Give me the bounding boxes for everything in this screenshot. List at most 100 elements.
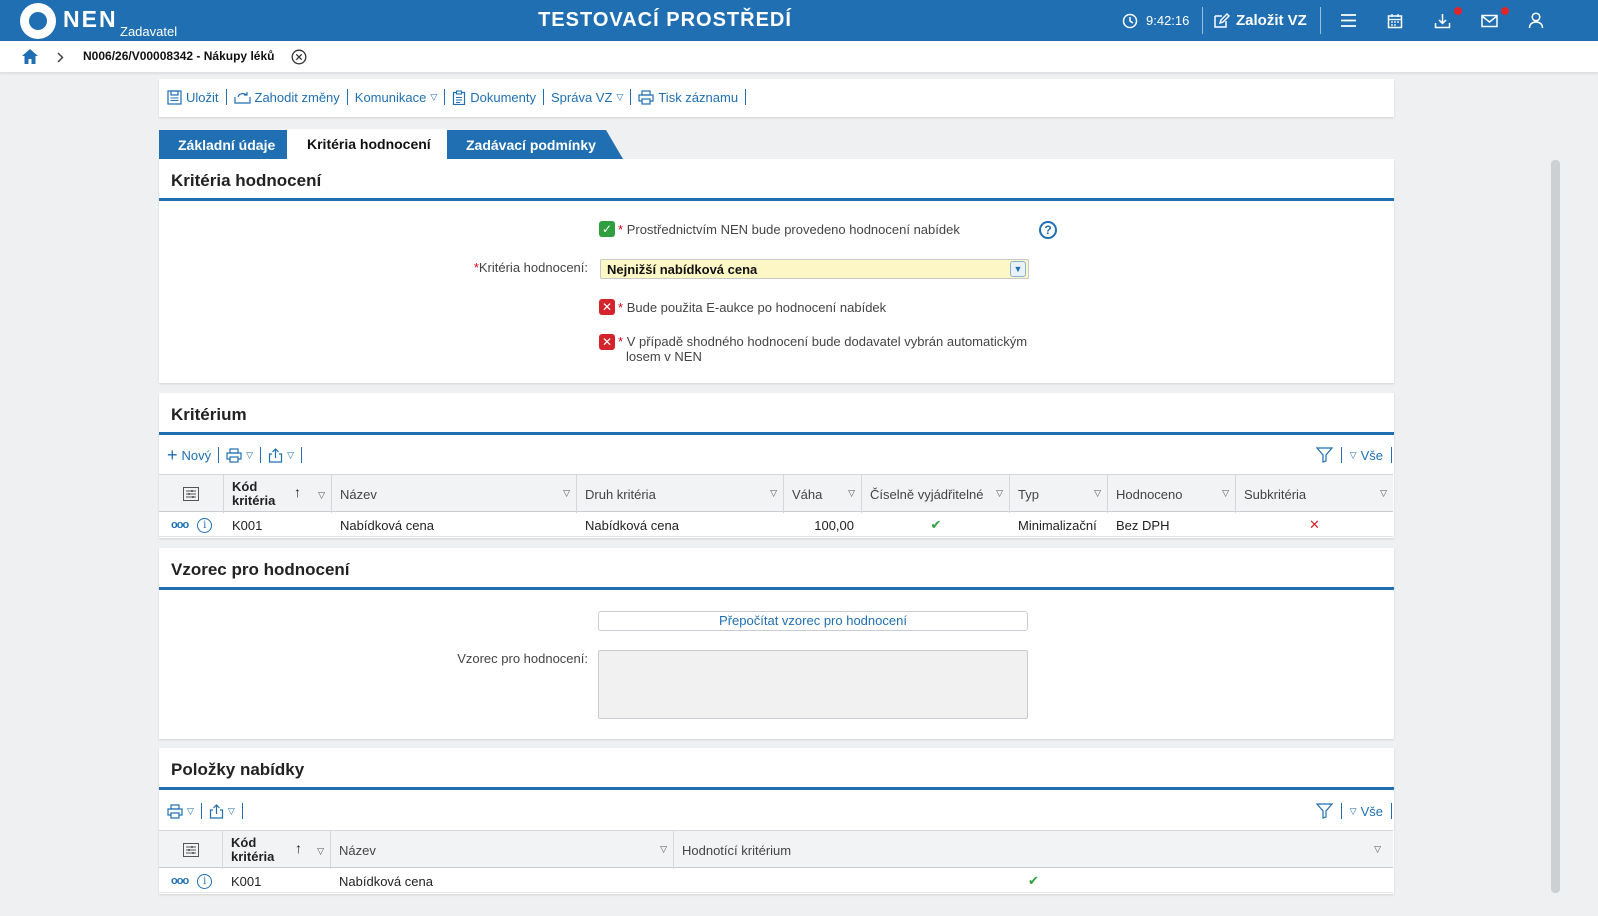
divider (260, 447, 262, 463)
filter-all-dropdown[interactable]: ▽ Vše (1350, 804, 1383, 819)
column-settings[interactable] (159, 475, 224, 513)
export-icon (209, 803, 224, 819)
dropdown-triangle-icon: ▽ (430, 91, 438, 102)
recalculate-formula-button[interactable]: Přepočítat vzorec pro hodnocení (598, 611, 1028, 631)
column-header-evaluated[interactable]: Hodnoceno ▽ (1108, 475, 1236, 513)
messages-button[interactable] (1481, 0, 1498, 41)
divider (1202, 7, 1203, 34)
filter-icon[interactable] (1315, 447, 1333, 463)
new-criterion-button[interactable]: + Nový (167, 446, 211, 464)
discard-label: Zahodit změny (254, 89, 340, 105)
column-settings[interactable] (159, 831, 223, 869)
tab-label: Zadávací podmínky (466, 136, 596, 153)
filter-triangle-icon[interactable]: ▽ (1094, 488, 1101, 499)
filter-triangle-icon[interactable]: ▽ (1380, 488, 1387, 499)
grid-header: Kód kritéria ↑ ▽ Název ▽ Druh kritéria ▽ Vá… (159, 474, 1393, 513)
sort-up-arrow-icon[interactable]: ↑ (295, 841, 302, 855)
dropdown-triangle-icon: ▽ (287, 449, 294, 460)
checkbox-label: * Prostřednictvím NEN bude provedeno hod… (618, 222, 960, 237)
evaluation-criteria-select[interactable]: Nejnižší nabídková cena ▼ (600, 259, 1029, 279)
print-grid-dropdown[interactable]: ▽ (167, 803, 194, 819)
communication-dropdown[interactable]: Komunikace ▽ (355, 90, 437, 105)
evaluate-in-nen-checkbox[interactable]: ✓ (599, 221, 615, 237)
filter-triangle-icon[interactable]: ▽ (1374, 844, 1381, 855)
export-dropdown[interactable]: ▽ (209, 803, 235, 819)
column-header-type[interactable]: Typ ▽ (1010, 475, 1108, 513)
info-icon[interactable]: i (197, 517, 213, 533)
printer-icon (226, 447, 242, 463)
column-header-subcriteria[interactable]: Subkritéria ▽ (1236, 475, 1393, 513)
formula-textarea[interactable] (598, 650, 1028, 719)
download-tray-icon (1434, 13, 1451, 28)
filter-triangle-icon[interactable]: ▽ (318, 488, 325, 502)
header-label: Kód kritéria (231, 836, 274, 864)
filter-triangle-icon[interactable]: ▽ (1222, 488, 1229, 499)
column-header-code[interactable]: Kód kritéria ↑ ▽ (223, 831, 331, 869)
filter-triangle-icon[interactable]: ▽ (317, 844, 324, 858)
downloads-button[interactable] (1434, 0, 1451, 41)
calendar-button[interactable] (1387, 0, 1403, 41)
checkbox-text-continued: losem v NEN (626, 349, 702, 364)
checkbox-text: Prostřednictvím NEN bude provedeno hodno… (626, 222, 960, 237)
sort-up-arrow-icon[interactable]: ↑ (294, 485, 301, 499)
filter-triangle-icon[interactable]: ▽ (770, 488, 777, 499)
discard-icon (233, 92, 251, 104)
tab-basic-data[interactable]: Základní údaje (159, 130, 287, 159)
print-grid-dropdown[interactable]: ▽ (226, 447, 253, 463)
page-scrollbar[interactable] (1551, 160, 1560, 893)
calendar-icon (1387, 13, 1403, 28)
filter-all-label: Vše (1360, 803, 1383, 819)
chevron-down-icon[interactable]: ▼ (1010, 261, 1026, 277)
manage-vz-dropdown[interactable]: Správa VZ ▽ (551, 90, 623, 105)
chevron-right-icon (57, 52, 64, 63)
export-dropdown[interactable]: ▽ (268, 447, 294, 463)
more-options-icon[interactable]: ooo (171, 875, 189, 887)
print-record-button[interactable]: Tisk záznamu (638, 90, 738, 105)
criterion-panel: Kritérium + Nový ▽ ▽ ▽ Vše Kód kritéria … (159, 393, 1394, 538)
filter-triangle-icon[interactable]: ▽ (848, 488, 855, 499)
breadcrumb-current[interactable]: N006/26/V00008342 - Nákupy léků (83, 49, 274, 63)
column-header-criterion[interactable]: Hodnotící kritérium ▽ (674, 831, 1393, 869)
column-header-code[interactable]: Kód kritéria ↑ ▽ (224, 475, 332, 513)
breadcrumb: N006/26/V00008342 - Nákupy léků (0, 41, 1598, 73)
checkbox-label: * V případě shodného hodnocení bude doda… (618, 334, 1028, 364)
table-row[interactable]: ooo i K001 Nabídková cena Nabídková cena… (159, 513, 1393, 537)
divider (1391, 803, 1392, 819)
menu-button[interactable] (1340, 0, 1357, 41)
e-auction-checkbox[interactable]: ✕ (599, 299, 615, 315)
tab-slant (605, 130, 623, 159)
column-header-name[interactable]: Název ▽ (332, 475, 577, 513)
row-actions: ooo i (163, 513, 223, 537)
column-header-numeric[interactable]: Číselně vyjádřitelné ▽ (862, 475, 1010, 513)
home-icon[interactable] (21, 48, 39, 65)
column-header-weight[interactable]: Váha ▽ (784, 475, 862, 513)
save-button[interactable]: Uložit (167, 90, 219, 105)
help-icon[interactable]: ? (1039, 221, 1057, 239)
notification-dot (1501, 7, 1509, 15)
close-circle-icon[interactable] (291, 49, 307, 65)
filter-icon[interactable] (1315, 803, 1333, 819)
column-header-name[interactable]: Název ▽ (331, 831, 674, 869)
filter-triangle-icon[interactable]: ▽ (996, 488, 1003, 499)
documents-button[interactable]: Dokumenty (452, 90, 536, 105)
create-vz-label: Založit VZ (1236, 12, 1307, 29)
cell-type: Minimalizační (1018, 517, 1097, 533)
info-icon[interactable]: i (197, 873, 213, 889)
filter-triangle-icon[interactable]: ▽ (563, 488, 570, 499)
divider (543, 89, 544, 105)
user-profile-button[interactable] (1528, 0, 1544, 41)
filter-all-dropdown[interactable]: ▽ Vše (1350, 448, 1383, 463)
column-header-kind[interactable]: Druh kritéria ▽ (577, 475, 784, 513)
filter-triangle-icon[interactable]: ▽ (660, 844, 667, 855)
tab-tender-conditions[interactable]: Zadávací podmínky (447, 130, 605, 159)
automatic-lot-checkbox[interactable]: ✕ (599, 334, 615, 350)
table-row[interactable]: ooo i K001 Nabídková cena ✔ (159, 869, 1393, 893)
communication-label: Komunikace (354, 89, 427, 105)
header-text: Kód (231, 835, 257, 850)
tab-evaluation-criteria[interactable]: Kritéria hodnocení (287, 129, 447, 159)
save-label: Uložit (186, 89, 219, 105)
discard-changes-button[interactable]: Zahodit změny (233, 89, 340, 105)
documents-label: Dokumenty (470, 89, 536, 105)
more-options-icon[interactable]: ooo (171, 519, 189, 531)
create-vz-button[interactable]: Založit VZ (1213, 0, 1307, 41)
